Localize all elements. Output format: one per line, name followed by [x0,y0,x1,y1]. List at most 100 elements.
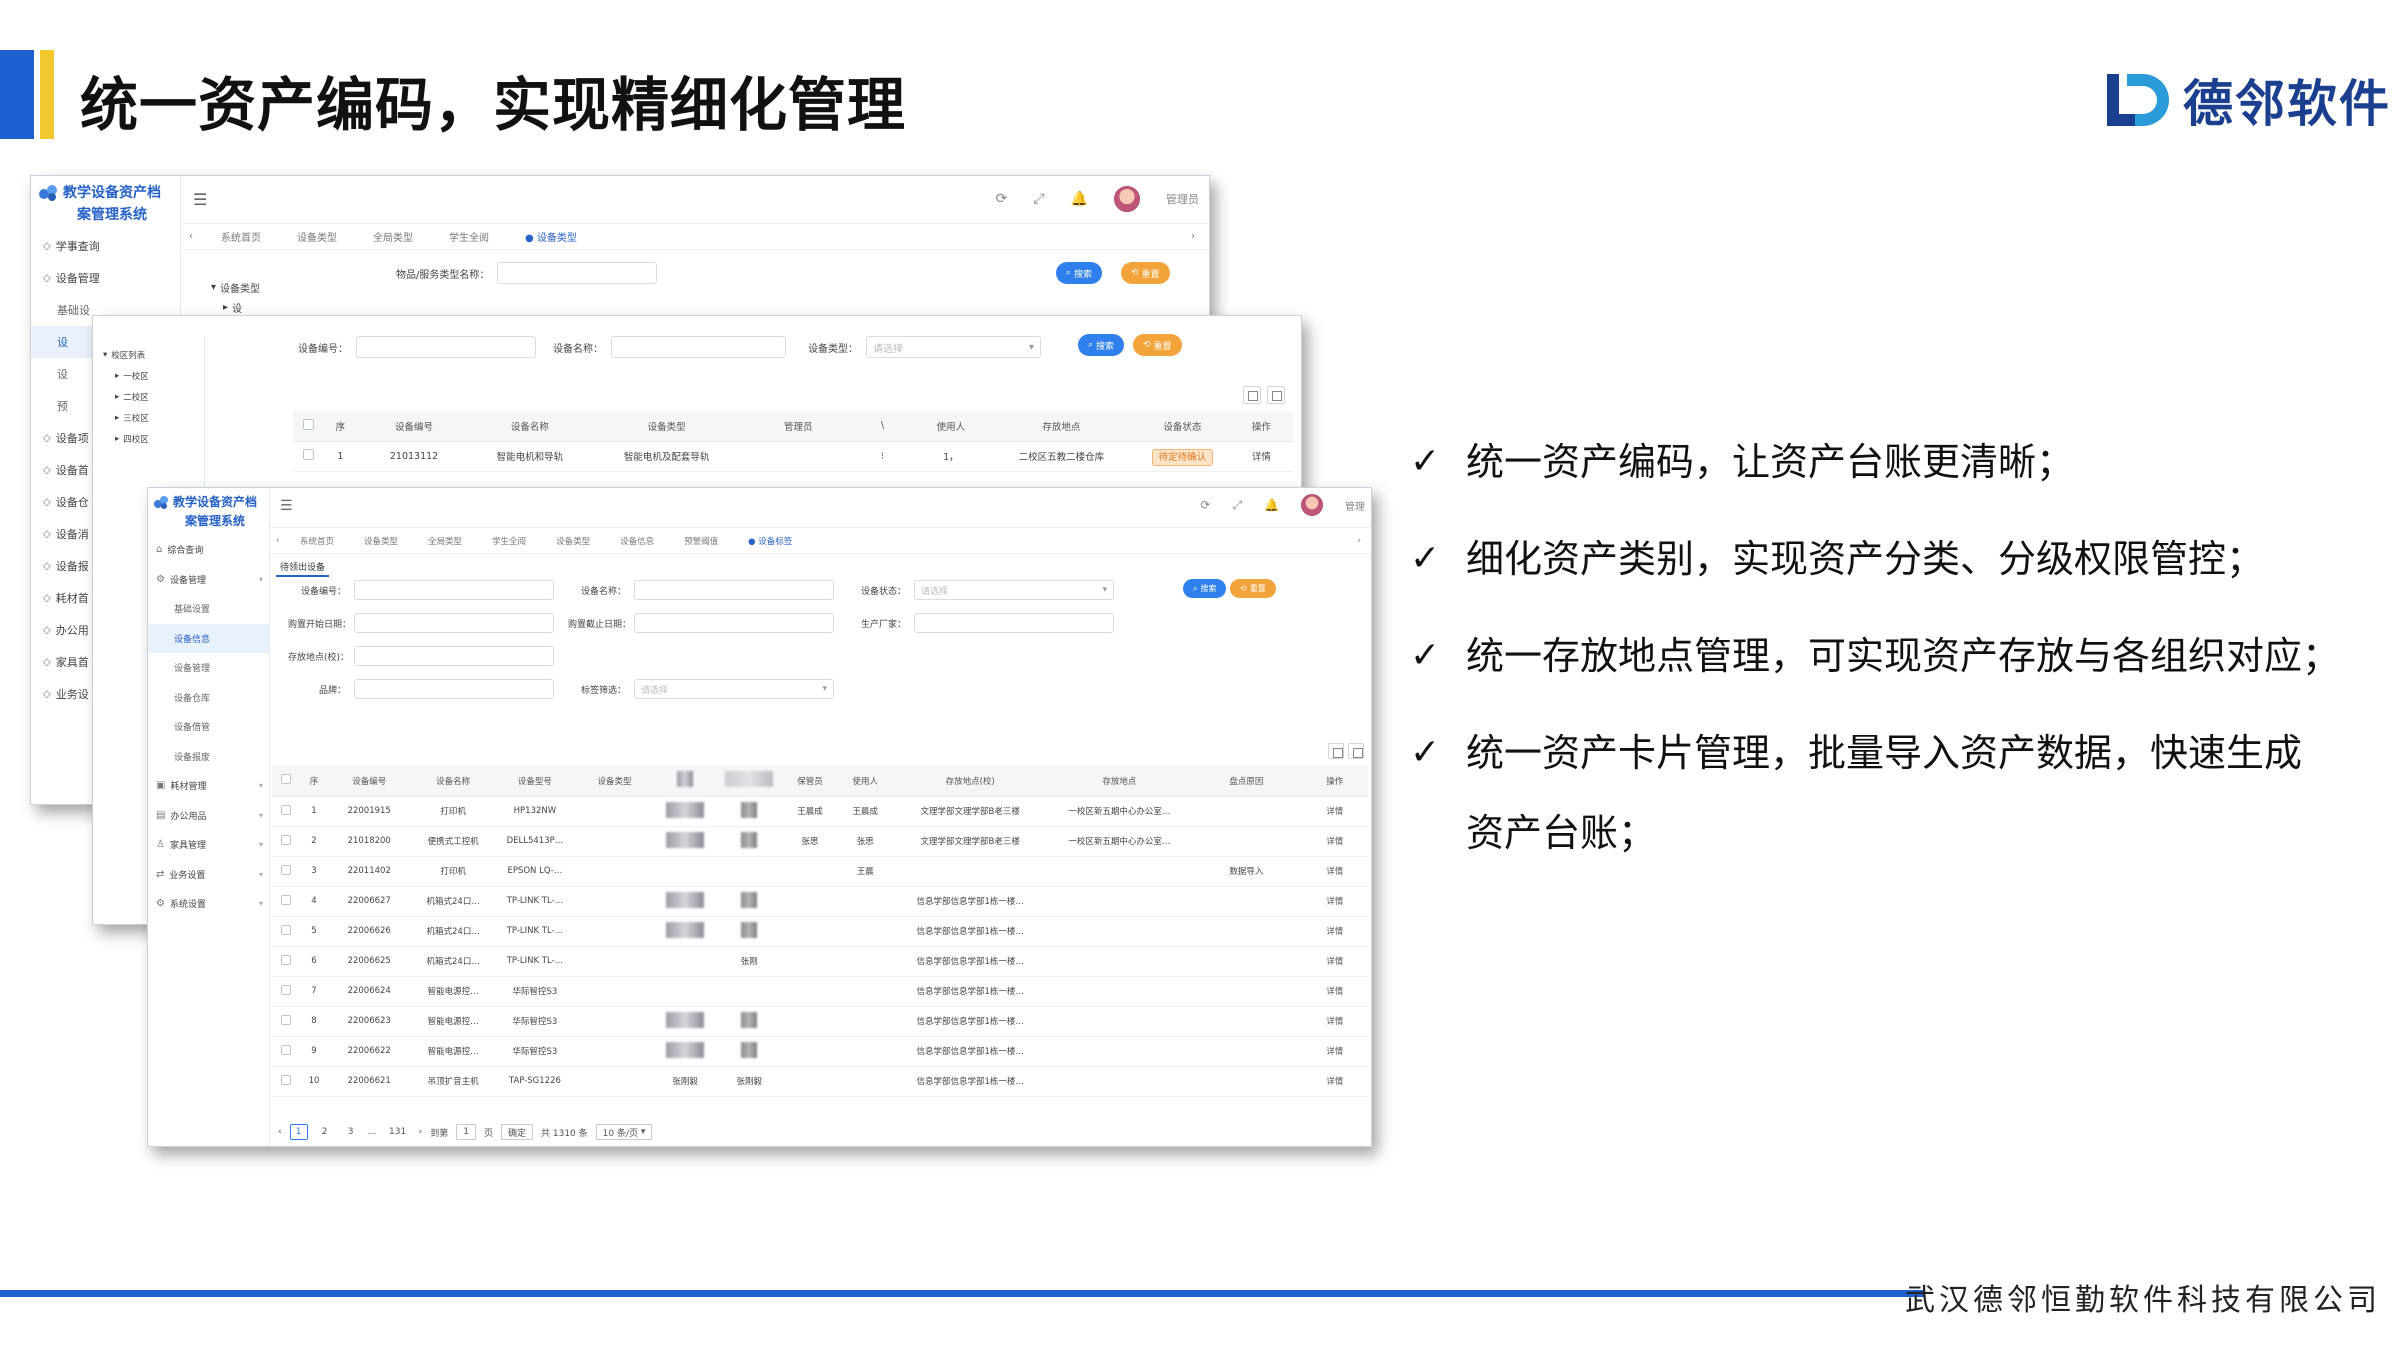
column-toggle-icon[interactable] [1328,743,1344,759]
user-name[interactable]: 管理 [1345,498,1365,513]
row-checkbox-cell[interactable] [272,976,301,1007]
avatar[interactable] [1114,186,1140,212]
row-checkbox[interactable] [281,984,292,995]
sidebar-item[interactable]: ♙ 家具管理 ▾ [148,830,269,860]
row-checkbox[interactable] [281,954,292,965]
pager-confirm-button[interactable]: 确定 [500,1124,533,1140]
pager-goto-input[interactable]: 1 [456,1124,476,1140]
filter-device-code-input[interactable] [354,580,554,600]
row-checkbox-cell[interactable] [272,826,301,857]
sidebar-item[interactable]: 基础设置 [148,594,269,624]
sidebar-item[interactable]: 设备管理 [148,653,269,683]
export-icon[interactable] [1348,743,1364,759]
sidebar-item[interactable]: ▤ 办公用品 ▾ [148,801,269,831]
sidebar-item[interactable]: 设备借管 [148,712,269,742]
fullscreen-icon[interactable]: ⤢ [1033,191,1044,207]
device-name-input[interactable] [611,336,786,358]
pager-page-3[interactable]: 3 [342,1124,360,1140]
page-tab-pending[interactable]: 待领出设备 [276,558,330,577]
filter-status-select[interactable]: 请选择 ▾ [914,580,1114,600]
column-toggle-icon[interactable] [1243,386,1261,404]
table-row[interactable]: 3 22011402 打印机 EPSON LQ-… 王晨 数据导入 详情 [272,856,1368,887]
table-row[interactable]: 4 22006627 机箱式24口… TP-LINK TL-… 信息学部信息学部1栋一楼… [272,886,1368,917]
cell-op-detail-link[interactable]: 详情 [1301,916,1368,947]
reset-button[interactable]: ⟲ 重置 [1230,579,1276,598]
row-checkbox-cell[interactable] [272,886,301,917]
row-checkbox-cell[interactable] [272,1066,301,1097]
label-select[interactable]: 请选择 ▾ [634,679,834,699]
table-row[interactable]: 6 22006625 机箱式24口… TP-LINK TL-… 张刚 信息学部信息学部1栋… [272,946,1368,977]
tab-student[interactable]: 学生全阅 [449,229,489,244]
refresh-icon[interactable]: ⟳ [996,191,1008,207]
table-row[interactable]: 8 22006623 智能电源控… 华际智控S3 信息学部信息学部1栋一楼… 详情 [272,1006,1368,1037]
tree-item[interactable]: ▸ 二校区 [103,386,204,407]
sidebar-item[interactable]: ⚙ 设备管理 ▾ [148,565,269,595]
export-icon[interactable] [1267,386,1285,404]
buy-start-date-input[interactable] [354,613,554,633]
sidebar-item[interactable]: ▣ 耗材管理 ▾ [148,771,269,801]
search-button[interactable]: ⌕ 搜索 [1078,334,1125,356]
row-checkbox[interactable] [281,924,292,935]
tab-warning[interactable]: 预警阈值 [684,535,718,547]
pager-page-2[interactable]: 2 [316,1124,334,1140]
sidebar-item[interactable]: ⚙ 系统设置 ▾ [148,889,269,919]
row-checkbox[interactable] [281,864,292,875]
tab-device-type-active[interactable]: ● 设备类型 [525,229,577,244]
table-row[interactable]: 5 22006626 机箱式24口… TP-LINK TL-… 信息学部信息学部1栋一楼… [272,916,1368,947]
tree-item[interactable]: ▸ 一校区 [103,365,204,386]
pager-prev-icon[interactable]: ‹ [278,1127,282,1137]
sidebar-item[interactable]: 设备报废 [148,742,269,772]
table-row[interactable]: 1 21013112 智能电机和导轨 智能电机及配套导轨 ⁝ 1， 二校区五教二… [293,441,1293,472]
tab-prev-icon[interactable]: ‹ [189,231,193,242]
select-all-checkbox[interactable] [303,418,315,430]
menu-toggle-icon[interactable]: ☰ [280,498,293,514]
select-all-checkbox[interactable] [281,774,292,785]
tree-item[interactable]: ▸ 四校区 [103,428,204,449]
sidebar-item[interactable]: ⌂ 综合查询 [148,535,269,565]
row-checkbox-cell[interactable] [272,946,301,977]
menu-toggle-icon[interactable]: ☰ [193,190,207,209]
refresh-icon[interactable]: ⟳ [1200,498,1210,512]
tree-root[interactable]: ▾ 设备类型 [211,276,260,298]
fullscreen-icon[interactable]: ⤢ [1232,498,1242,513]
avatar[interactable] [1301,494,1323,516]
cell-op-detail-link[interactable]: 详情 [1301,886,1368,917]
row-checkbox-cell[interactable] [272,796,301,827]
row-checkbox[interactable] [281,1014,292,1025]
cell-op-detail-link[interactable]: 详情 [1301,976,1368,1007]
row-checkbox[interactable] [281,894,292,905]
tab-prev-icon[interactable]: ‹ [276,536,279,546]
cell-op-detail-link[interactable]: 详情 [1301,856,1368,887]
tab-global-type[interactable]: 全局类型 [373,229,413,244]
tab-device-info[interactable]: 设备信息 [620,535,654,547]
reset-button[interactable]: ⟲ 重置 [1133,334,1182,356]
tab-device-type[interactable]: 设备类型 [297,229,337,244]
user-name[interactable]: 管理员 [1166,191,1199,207]
pager-page-last[interactable]: 131 [385,1124,411,1140]
row-checkbox[interactable] [281,1074,292,1085]
row-checkbox-cell[interactable] [272,1006,301,1037]
brand-input[interactable] [354,679,554,699]
row-checkbox[interactable] [281,1044,292,1055]
row-checkbox-cell[interactable] [272,856,301,887]
tab-device-type-2[interactable]: 设备类型 [556,535,590,547]
buy-end-date-input[interactable] [634,613,834,633]
place-input[interactable] [354,646,554,666]
cell-op-detail-link[interactable]: 详情 [1301,946,1368,977]
search-button[interactable]: ⌕ 搜索 [1183,579,1227,598]
row-checkbox[interactable] [281,834,292,845]
filter-device-name-input[interactable] [634,580,834,600]
device-type-select[interactable]: 请选择 ▾ [866,336,1041,358]
tab-device-type[interactable]: 设备类型 [364,535,398,547]
tab-device-label[interactable]: ● 设备标签 [748,535,792,547]
row-checkbox[interactable] [281,804,292,815]
col-select[interactable] [293,411,325,442]
cell-op-detail-link[interactable]: 详情 [1301,796,1368,827]
table-row[interactable]: 7 22006624 智能电源控… 华际智控S3 信息学部信息学部1栋一楼… 详情 [272,976,1368,1007]
sidebar-item[interactable]: 设备信息 [148,623,269,653]
search-input[interactable] [497,262,658,284]
tab-global-type[interactable]: 全局类型 [428,535,462,547]
bell-icon[interactable]: 🔔 [1071,191,1088,207]
cell-op-detail-link[interactable]: 详情 [1301,1006,1368,1037]
sidebar-item[interactable]: 设备仓库 [148,683,269,713]
